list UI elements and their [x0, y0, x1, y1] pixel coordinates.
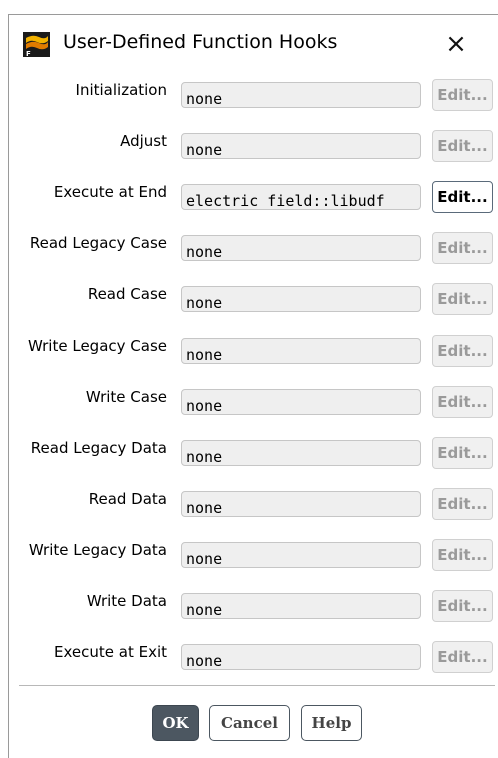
hook-label: Read Legacy Case	[29, 234, 167, 252]
footer-divider	[19, 685, 495, 686]
hook-label: Read Case	[87, 285, 167, 303]
close-icon[interactable]: ×	[441, 29, 471, 59]
hook-function-field[interactable]: none	[181, 491, 421, 517]
hook-label: Execute at Exit	[54, 643, 167, 661]
hook-label: Read Legacy Data	[30, 439, 167, 457]
cancel-button[interactable]: Cancel	[209, 705, 290, 741]
hook-label: Write Legacy Data	[28, 541, 167, 559]
window-title: User-Defined Function Hooks	[63, 31, 338, 53]
hook-function-field[interactable]: none	[181, 133, 421, 159]
edit-button[interactable]: Edit...	[432, 79, 493, 111]
hook-function-field[interactable]: none	[181, 440, 421, 466]
edit-button[interactable]: Edit...	[432, 232, 493, 264]
edit-button[interactable]: Edit...	[432, 539, 493, 571]
svg-text:F: F	[26, 50, 31, 57]
hook-label: Read Data	[88, 490, 167, 508]
edit-button[interactable]: Edit...	[432, 488, 493, 520]
hook-function-field[interactable]: none	[181, 542, 421, 568]
edit-button[interactable]: Edit...	[432, 335, 493, 367]
hook-function-field[interactable]: none	[181, 593, 421, 619]
hook-function-field[interactable]: none	[181, 82, 421, 108]
edit-button[interactable]: Edit...	[432, 437, 493, 469]
hook-function-field[interactable]: none	[181, 389, 421, 415]
edit-button[interactable]: Edit...	[432, 130, 493, 162]
hook-label: Initialization	[75, 81, 167, 99]
fluent-app-icon: F	[23, 32, 50, 58]
udf-hooks-dialog: F User-Defined Function Hooks × Initiali…	[8, 14, 498, 758]
edit-button[interactable]: Edit...	[432, 386, 493, 418]
ok-button[interactable]: OK	[152, 705, 199, 741]
help-button[interactable]: Help	[301, 705, 362, 741]
edit-button[interactable]: Edit...	[432, 641, 493, 673]
hook-label: Adjust	[120, 132, 167, 150]
hook-function-field[interactable]: none	[181, 644, 421, 670]
hook-function-field[interactable]: none	[181, 235, 421, 261]
hook-label: Execute at End	[53, 183, 167, 201]
hook-function-field[interactable]: electric_field::libudf	[181, 184, 421, 210]
edit-button[interactable]: Edit...	[432, 590, 493, 622]
hook-label: Write Case	[85, 388, 167, 406]
hook-label: Write Data	[86, 592, 167, 610]
hook-function-field[interactable]: none	[181, 286, 421, 312]
edit-button[interactable]: Edit...	[432, 181, 493, 213]
hook-function-field[interactable]: none	[181, 338, 421, 364]
title-bar: F User-Defined Function Hooks ×	[9, 15, 498, 73]
hook-label: Write Legacy Case	[27, 337, 167, 355]
edit-button[interactable]: Edit...	[432, 283, 493, 315]
